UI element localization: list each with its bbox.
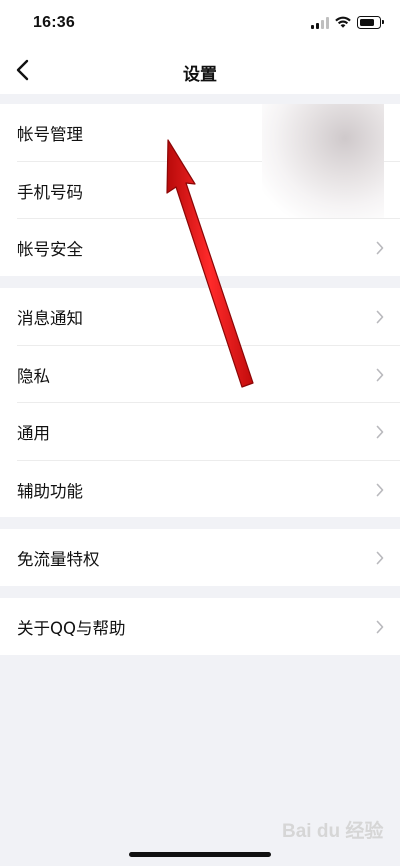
- settings-group-about: 关于QQ与帮助: [0, 598, 400, 655]
- battery-icon: [357, 16, 384, 29]
- row-label: 帐号管理: [17, 125, 83, 144]
- baidu-watermark: Bai du 经验: [282, 821, 384, 842]
- row-label: 帐号安全: [17, 240, 83, 259]
- settings-row-accessibility[interactable]: 辅助功能: [0, 461, 400, 519]
- chevron-right-icon: [376, 551, 384, 565]
- status-bar: 16:36: [0, 0, 400, 48]
- chevron-right-icon: [376, 368, 384, 381]
- status-time: 16:36: [33, 14, 75, 31]
- settings-group-data-plan: 免流量特权: [0, 529, 400, 586]
- row-label: 隐私: [17, 366, 50, 386]
- red-annotation-arrow-icon: [166, 139, 254, 388]
- settings-row-about-help[interactable]: 关于QQ与帮助: [0, 598, 400, 656]
- settings-row-free-data[interactable]: 免流量特权: [0, 529, 400, 587]
- chevron-right-icon: [376, 310, 384, 324]
- row-label: 辅助功能: [17, 481, 83, 501]
- chevron-right-icon: [376, 483, 384, 496]
- row-label: 关于QQ与帮助: [17, 619, 126, 638]
- home-indicator[interactable]: [129, 852, 271, 857]
- page-title: 设置: [183, 65, 217, 85]
- navigation-bar: 设置: [0, 48, 400, 94]
- wifi-icon: [335, 16, 351, 28]
- row-label: 消息通知: [17, 309, 83, 328]
- row-label: 手机号码: [17, 182, 83, 202]
- blurred-avatar-region: [262, 104, 384, 218]
- chevron-right-icon: [376, 425, 384, 439]
- settings-row-general[interactable]: 通用: [0, 403, 400, 461]
- chevron-right-icon: [376, 620, 384, 634]
- chevron-right-icon: [376, 241, 384, 255]
- row-label: 通用: [17, 424, 50, 443]
- cellular-signal-icon: [311, 17, 329, 29]
- row-label: 免流量特权: [17, 550, 100, 569]
